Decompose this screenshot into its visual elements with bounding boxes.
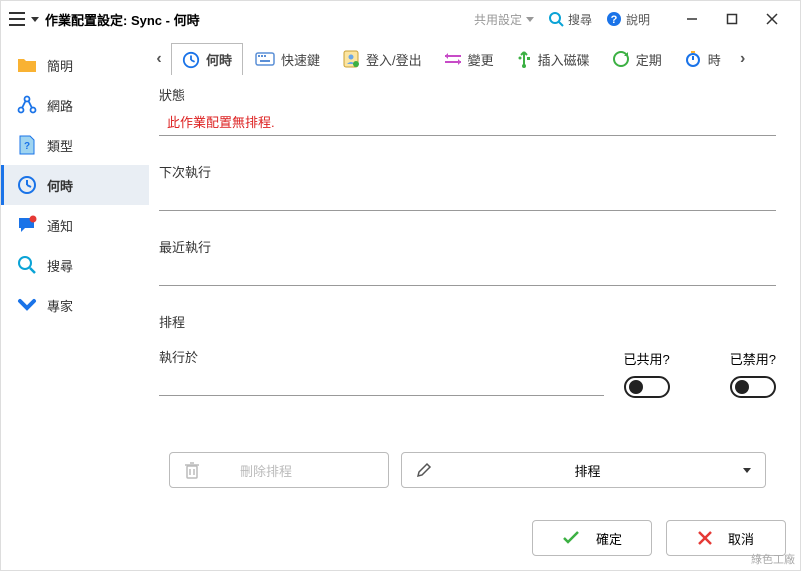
- pencil-icon: [416, 462, 432, 478]
- svg-text:?: ?: [611, 14, 618, 26]
- maximize-button[interactable]: [712, 4, 752, 34]
- tab-periodic[interactable]: 定期: [602, 43, 672, 75]
- delete-schedule-button: 刪除排程: [169, 452, 389, 488]
- usb-icon: [516, 50, 532, 68]
- keyboard-icon: [255, 52, 275, 66]
- field-schedule: 排程: [159, 312, 776, 331]
- trash-icon: [184, 461, 200, 479]
- tab-when[interactable]: 何時: [171, 43, 243, 75]
- tab-scroll-left[interactable]: ‹: [149, 43, 169, 75]
- help-icon: ?: [606, 11, 622, 27]
- check-icon: [562, 531, 580, 545]
- close-button[interactable]: [752, 4, 792, 34]
- field-status: 狀態 此作業配置無排程.: [159, 85, 776, 136]
- tab-change[interactable]: 變更: [434, 43, 504, 75]
- shared-label: 已共用?: [624, 349, 670, 368]
- svg-text:?: ?: [24, 141, 30, 152]
- search-icon: [548, 11, 564, 27]
- sidebar-item-label: 專家: [47, 296, 73, 315]
- sidebar-item-search[interactable]: 搜尋: [1, 245, 149, 285]
- tab-disk[interactable]: 插入磁碟: [506, 43, 600, 75]
- page-icon: ?: [17, 135, 37, 155]
- sidebar-item-label: 簡明: [47, 56, 73, 75]
- sidebar-item-when[interactable]: 何時: [1, 165, 149, 205]
- sidebar: 簡明 網路 ? 類型 何時 通知 搜尋: [1, 37, 149, 508]
- network-icon: [17, 95, 37, 115]
- menu-icon[interactable]: [9, 12, 25, 26]
- field-next-run: 下次執行: [159, 162, 776, 211]
- footer: 確定 取消: [1, 508, 800, 570]
- minimize-button[interactable]: [672, 4, 712, 34]
- disabled-label: 已禁用?: [730, 349, 776, 368]
- sidebar-item-label: 搜尋: [47, 256, 73, 275]
- tab-timer[interactable]: 時: [674, 43, 731, 75]
- search-link[interactable]: 搜尋: [548, 11, 592, 28]
- tab-hotkey[interactable]: 快速鍵: [245, 43, 330, 75]
- ok-button[interactable]: 確定: [532, 520, 652, 556]
- chevron-down-icon: [17, 295, 37, 315]
- help-link[interactable]: ? 說明: [606, 11, 650, 28]
- next-run-value: [159, 185, 776, 211]
- dropdown-icon[interactable]: [31, 17, 39, 22]
- content: 狀態 此作業配置無排程. 下次執行 最近執行 排程 執行於: [149, 81, 786, 508]
- sidebar-item-type[interactable]: ? 類型: [1, 125, 149, 165]
- stopwatch-icon: [684, 50, 702, 68]
- x-icon: [698, 531, 712, 545]
- window-title: 作業配置設定: Sync - 何時: [45, 10, 200, 29]
- titlebar: 作業配置設定: Sync - 何時 共用設定 搜尋 ? 說明: [1, 1, 800, 37]
- clock-icon: [182, 51, 200, 69]
- chevron-down-icon: [743, 468, 751, 473]
- field-run-at: 執行於: [159, 347, 604, 396]
- sidebar-item-label: 網路: [47, 96, 73, 115]
- sidebar-item-label: 通知: [47, 216, 73, 235]
- status-value: 此作業配置無排程.: [159, 108, 776, 136]
- sidebar-item-notify[interactable]: 通知: [1, 205, 149, 245]
- tabs: ‹ 何時 快速鍵 登入/登出 變更: [149, 37, 786, 81]
- shared-settings-link[interactable]: 共用設定: [474, 11, 534, 28]
- user-icon: [342, 50, 360, 68]
- field-last-run: 最近執行: [159, 237, 776, 286]
- sidebar-item-label: 何時: [47, 176, 73, 195]
- disabled-toggle[interactable]: [730, 376, 776, 398]
- recurring-icon: [612, 50, 630, 68]
- change-icon: [444, 52, 462, 66]
- chat-icon: [17, 215, 37, 235]
- sidebar-item-network[interactable]: 網路: [1, 85, 149, 125]
- shared-toggle[interactable]: [624, 376, 670, 398]
- search-icon: [17, 255, 37, 275]
- last-run-value: [159, 260, 776, 286]
- folder-icon: [17, 55, 37, 75]
- sidebar-item-label: 類型: [47, 136, 73, 155]
- tab-login[interactable]: 登入/登出: [332, 43, 432, 75]
- run-at-value[interactable]: [159, 370, 604, 396]
- schedule-dropdown[interactable]: 排程: [401, 452, 766, 488]
- sidebar-item-brief[interactable]: 簡明: [1, 45, 149, 85]
- sidebar-item-expert[interactable]: 專家: [1, 285, 149, 325]
- clock-icon: [17, 175, 37, 195]
- tab-scroll-right[interactable]: ›: [733, 43, 753, 75]
- watermark: 綠色工廠: [751, 551, 795, 567]
